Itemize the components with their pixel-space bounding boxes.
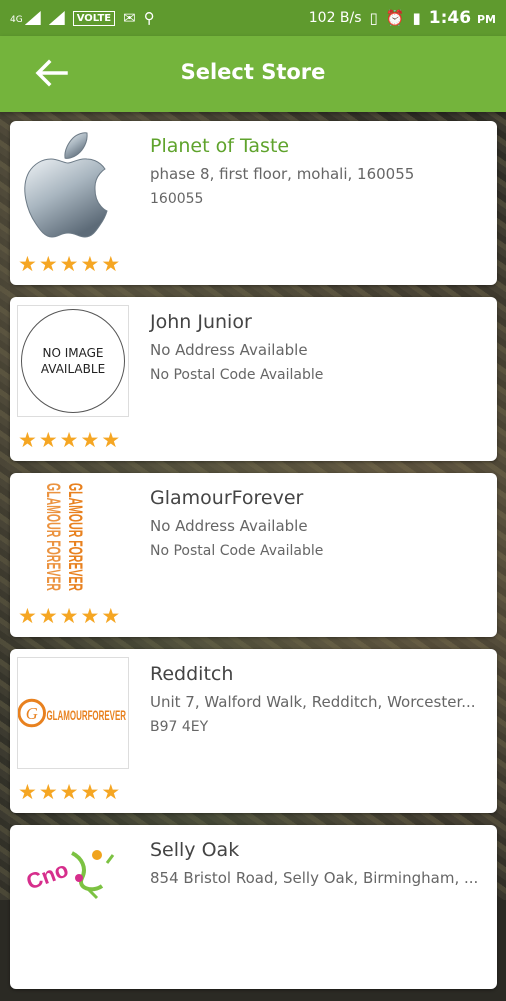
svg-text:GLAMOUR FOREVER: GLAMOUR FOREVER <box>42 483 63 591</box>
clock-time: 1:46 <box>428 8 472 28</box>
alarm-icon: ⏰ <box>385 9 405 27</box>
clock: 1:46 PM <box>429 8 496 28</box>
vibrate-icon: ▯ <box>369 9 378 27</box>
star-icon: ★ <box>18 780 37 804</box>
star-icon: ★ <box>101 780 121 804</box>
rating-stars: ★ ★ ★ ★ ★ <box>18 254 120 275</box>
star-icon: ★ <box>38 252 58 276</box>
star-icon: ★ <box>80 252 100 276</box>
store-address: Unit 7, Walford Walk, Redditch, Worceste… <box>150 693 476 711</box>
store-name: John Junior <box>150 311 252 333</box>
star-icon: ★ <box>101 252 121 276</box>
svg-text:GLAMOURFOREVER: GLAMOURFOREVER <box>46 708 126 723</box>
status-right: 102 B/s ▯ ⏰ ▮ 1:46 PM <box>309 8 496 28</box>
volte-badge: VOLTE <box>72 10 116 26</box>
store-name: Selly Oak <box>150 839 240 861</box>
star-icon: ★ <box>59 604 79 628</box>
store-info: John Junior No Address Available No Post… <box>150 311 491 383</box>
star-icon: ★ <box>59 252 79 276</box>
star-icon: ★ <box>18 252 37 276</box>
star-icon: ★ <box>59 780 79 804</box>
status-bar: 4G VOLTE ✉ ⚲ 102 B/s ▯ ⏰ ▮ 1:46 PM <box>0 0 506 36</box>
store-postal-code: No Postal Code Available <box>150 543 324 559</box>
star-icon: ★ <box>80 604 100 628</box>
store-info: GlamourForever No Address Available No P… <box>150 487 491 559</box>
star-icon: ★ <box>38 604 58 628</box>
no-image-text: NO IMAGE AVAILABLE <box>21 309 125 413</box>
store-list[interactable]: ★ ★ ★ ★ ★ Planet of Taste phase 8, first flo… <box>10 121 497 1001</box>
store-postal-code: B97 4EY <box>150 719 209 735</box>
star-icon: ★ <box>80 428 100 452</box>
network-type-label: 4G <box>10 15 23 25</box>
store-address: phase 8, first floor, mohali, 160055 <box>150 165 415 183</box>
star-icon: ★ <box>101 604 121 628</box>
network-speed: 102 B/s <box>308 10 362 26</box>
apple-logo-icon <box>17 129 129 241</box>
status-left: 4G VOLTE ✉ ⚲ <box>10 9 155 27</box>
store-card-selly-oak[interactable]: Cno Selly Oak 854 Bristol Road, Selly Oa… <box>10 825 497 989</box>
no-image-placeholder: NO IMAGE AVAILABLE <box>17 305 129 417</box>
store-name: GlamourForever <box>150 487 304 509</box>
colorful-logo: Cno <box>17 833 129 945</box>
star-icon: ★ <box>38 780 58 804</box>
star-icon: ★ <box>18 428 37 452</box>
svg-text:GLAMOUR FOREVER: GLAMOUR FOREVER <box>64 483 85 591</box>
mail-icon: ✉ <box>123 9 136 27</box>
clock-ampm: PM <box>476 13 496 26</box>
glamour-forever-g-logo: G GLAMOURFOREVER <box>17 657 129 769</box>
store-name: Planet of Taste <box>150 135 290 157</box>
rating-stars: ★ ★ ★ ★ ★ <box>18 782 120 803</box>
store-address: No Address Available <box>150 517 308 535</box>
store-postal-code: 160055 <box>150 191 204 207</box>
usb-icon: ⚲ <box>143 9 155 27</box>
page-title: Select Store <box>180 60 326 84</box>
glamour-forever-logo: GLAMOUR FOREVER GLAMOUR FOREVER <box>17 481 129 593</box>
star-icon: ★ <box>80 780 100 804</box>
store-card-glamourforever[interactable]: GLAMOUR FOREVER GLAMOUR FOREVER ★ ★ ★ ★ ★ Gl… <box>10 473 497 637</box>
star-icon: ★ <box>18 604 37 628</box>
store-card-redditch[interactable]: G GLAMOURFOREVER ★ ★ ★ ★ ★ Redditch Unit 7, … <box>10 649 497 813</box>
svg-text:G: G <box>26 704 38 723</box>
rating-stars: ★ ★ ★ ★ ★ <box>18 430 120 451</box>
store-address: No Address Available <box>150 341 308 359</box>
signal-icon <box>24 11 41 25</box>
star-icon: ★ <box>101 428 121 452</box>
star-icon: ★ <box>59 428 79 452</box>
app-bar: Select Store <box>0 36 506 112</box>
store-info: Redditch Unit 7, Walford Walk, Redditch,… <box>150 663 491 735</box>
store-postal-code: No Postal Code Available <box>150 367 324 383</box>
store-info: Selly Oak 854 Bristol Road, Selly Oak, B… <box>150 839 491 887</box>
battery-icon: ▮ <box>412 9 421 27</box>
store-card-john-junior[interactable]: NO IMAGE AVAILABLE ★ ★ ★ ★ ★ John Junior No … <box>10 297 497 461</box>
store-info: Planet of Taste phase 8, first floor, mo… <box>150 135 491 207</box>
store-address: 854 Bristol Road, Selly Oak, Birmingham,… <box>150 869 479 887</box>
signal-icon-2 <box>48 11 65 25</box>
store-card-planet-of-taste[interactable]: ★ ★ ★ ★ ★ Planet of Taste phase 8, first flo… <box>10 121 497 285</box>
store-name: Redditch <box>150 663 234 685</box>
star-icon: ★ <box>38 428 58 452</box>
rating-stars: ★ ★ ★ ★ ★ <box>18 606 120 627</box>
